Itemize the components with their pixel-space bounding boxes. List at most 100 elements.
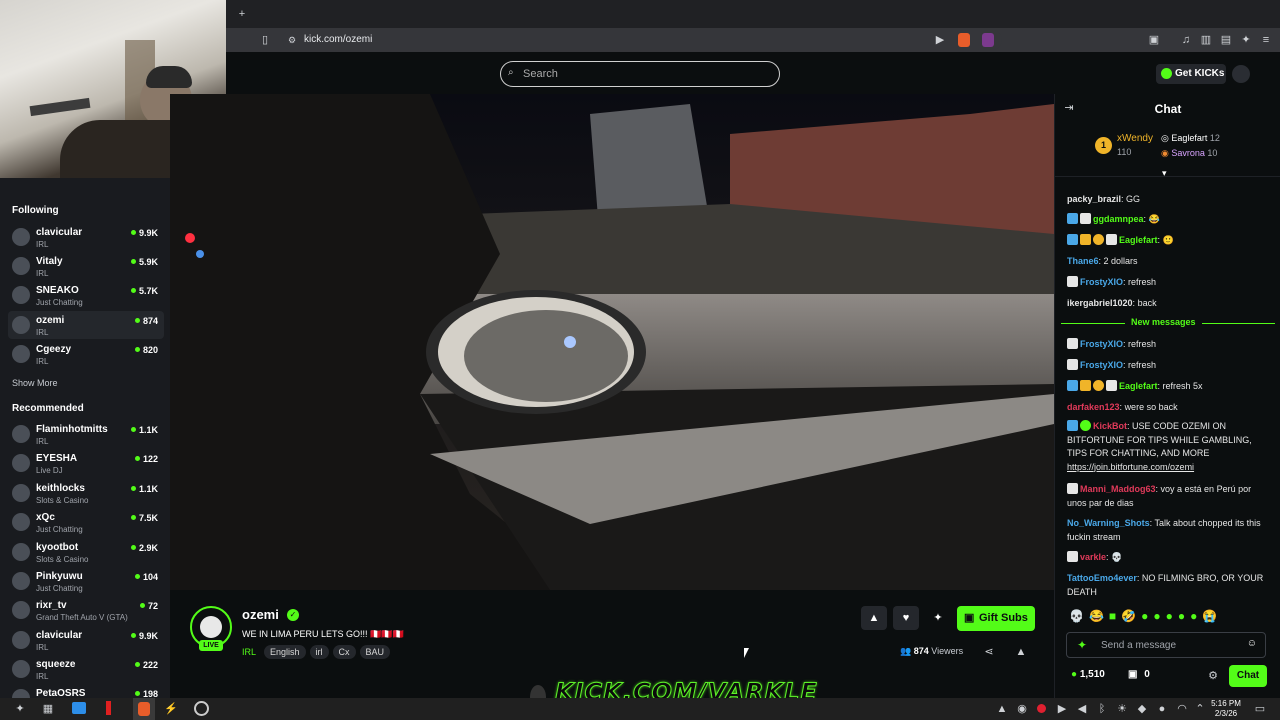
second-gifter[interactable]: ◎ Eaglefart 12 (1161, 133, 1220, 144)
app-icon[interactable] (106, 701, 111, 715)
tag[interactable]: irl (309, 645, 329, 659)
sidebar-channel[interactable]: keithlocks Slots & Casino 1.1K (8, 479, 164, 507)
tray-icon[interactable]: ▲ (994, 701, 1010, 717)
play-icon[interactable]: ▶ (1054, 701, 1070, 717)
brave-shield-icon[interactable] (958, 33, 970, 47)
emote-icon[interactable]: 😭 (1202, 609, 1222, 623)
sidebar-channel[interactable]: rixr_tv Grand Theft Auto V (GTA) 72 (8, 596, 164, 624)
music-icon[interactable]: ♫ (1178, 32, 1194, 48)
top-gifter-name[interactable]: xWendy (1117, 133, 1153, 144)
sidebar-channel[interactable]: Vitaly IRL 5.9K (8, 252, 164, 280)
wallet-icon[interactable]: ▤ (1218, 32, 1234, 48)
chat-username[interactable]: KickBot (1093, 421, 1127, 431)
tag[interactable]: Cx (332, 645, 356, 659)
chat-username[interactable]: Eaglefart (1119, 381, 1158, 391)
emote-icon[interactable]: ● (1190, 609, 1202, 623)
chat-username[interactable]: FrostyXIO (1080, 360, 1123, 370)
chat-input[interactable]: ✦ Send a message ☺ (1066, 632, 1266, 658)
bookmark-icon[interactable]: ▯ (257, 32, 273, 48)
emote-icon[interactable]: 💀 (1069, 609, 1089, 623)
send-icon[interactable]: ▶ (932, 32, 948, 48)
chat-username[interactable]: varkle (1080, 552, 1106, 562)
clock[interactable]: 5:16 PM 2/3/26 (1206, 699, 1246, 719)
start-icon[interactable]: ✦ (12, 701, 28, 717)
address-bar[interactable]: ⚙ kick.com/ozemi (282, 30, 1002, 50)
shield-icon[interactable]: ◆ (1134, 701, 1150, 717)
sidebar-channel[interactable]: EYESHA Live DJ 122 (8, 449, 164, 477)
get-kicks-button[interactable]: Get KICKs (1156, 64, 1226, 84)
chat-username[interactable]: No_Warning_Shots (1067, 518, 1150, 528)
chat-username[interactable]: packy_brazil (1067, 194, 1121, 204)
rewards-icon[interactable] (982, 33, 994, 47)
sidebar-channel[interactable]: SNEAKO Just Chatting 5.7K (8, 281, 164, 309)
sidebar-channel-active[interactable]: ozemi IRL 874 (8, 311, 164, 339)
tag[interactable]: English (264, 645, 306, 659)
mic-icon[interactable]: ● (1154, 701, 1170, 717)
emote-icon[interactable]: ■ (1109, 609, 1121, 623)
chat-username[interactable]: ikergabriel1020 (1067, 298, 1133, 308)
chat-username[interactable]: ggdamnpea (1093, 214, 1144, 224)
gift-subs-button[interactable]: ▣ Gift Subs (957, 606, 1035, 631)
chat-username[interactable]: FrostyXIO (1080, 277, 1123, 287)
tag[interactable]: BAU (359, 645, 391, 659)
chat-username[interactable]: darfaken123 (1067, 402, 1120, 412)
task-view-icon[interactable]: ▦ (40, 701, 56, 717)
emote-icon[interactable]: ● (1178, 609, 1190, 623)
tray-icon[interactable]: ◉ (1014, 701, 1030, 717)
chat-settings-icon[interactable]: ⚙ (1205, 668, 1221, 684)
emote-icon[interactable]: ● (1153, 609, 1165, 623)
follow-button[interactable]: ♥ (893, 606, 919, 630)
notification-icon[interactable]: ▭ (1252, 701, 1268, 717)
file-explorer-icon[interactable] (72, 702, 86, 714)
record-icon[interactable] (1037, 704, 1046, 713)
volume-icon[interactable]: ◀ (1074, 701, 1090, 717)
channel-name[interactable]: ozemi (242, 607, 279, 622)
sidebar-channel[interactable]: Flaminhotmitts IRL 1.1K (8, 420, 164, 448)
bolt-icon[interactable]: ⚡ (163, 701, 179, 717)
emote-bar[interactable]: 💀😂■🤣●●●●●😭 (1069, 609, 1222, 623)
obs-icon[interactable] (194, 701, 209, 716)
chat-username[interactable]: TattooEmo4ever (1067, 573, 1137, 583)
category-link[interactable]: IRL (242, 647, 256, 657)
sidebar-channel[interactable]: clavicular IRL 9.9K (8, 223, 164, 251)
sidebar-channel[interactable]: clavicular IRL 9.9K (8, 626, 164, 654)
brightness-icon[interactable]: ☀ (1114, 701, 1130, 717)
chat-username[interactable]: Eaglefart (1119, 235, 1158, 245)
sidebar-channel[interactable]: Cgeezy IRL 820 (8, 340, 164, 368)
sidebar-channel[interactable]: kyootbot Slots & Casino 2.9K (8, 538, 164, 566)
sub-count[interactable]: ▣ 0 (1128, 669, 1150, 680)
split-view-icon[interactable]: ▥ (1198, 32, 1214, 48)
video-player[interactable] (170, 94, 1054, 590)
search-input[interactable]: ⌕ Search (500, 61, 780, 87)
bluetooth-icon[interactable]: ᛒ (1094, 701, 1110, 717)
user-avatar[interactable] (1232, 65, 1250, 83)
expand-gifters-icon[interactable]: ▾ (1162, 168, 1167, 179)
chat-link[interactable]: https://join.bitfortune.com/ozemi (1067, 462, 1194, 472)
sidebar-channel[interactable]: squeeze IRL 222 (8, 655, 164, 683)
sidebar-panel-icon[interactable]: ▣ (1146, 32, 1162, 48)
sidebar-channel[interactable]: xQc Just Chatting 7.5K (8, 508, 164, 536)
sidebar-channel[interactable]: Pinkyuwu Just Chatting 104 (8, 567, 164, 595)
site-info-icon[interactable]: ⚙ (284, 32, 300, 48)
report-icon[interactable]: ▲ (1013, 644, 1029, 660)
extensions-icon[interactable]: ✦ (1238, 32, 1254, 48)
share-icon[interactable]: ⋖ (981, 644, 997, 660)
menu-icon[interactable]: ≡ (1258, 32, 1274, 48)
emote-icon[interactable]: 🤣 (1121, 609, 1141, 623)
chat-username[interactable]: FrostyXIO (1080, 339, 1123, 349)
notification-bell-button[interactable]: ▲ (861, 606, 887, 630)
wifi-icon[interactable]: ◠ (1174, 701, 1190, 717)
sidebar-channel[interactable]: PetaOSRS 198 (8, 684, 164, 698)
emote-icon[interactable]: 😂 (1089, 609, 1109, 623)
emoji-picker-icon[interactable]: ☺ (1247, 638, 1257, 649)
brave-taskbar-button[interactable] (133, 698, 155, 720)
chat-username[interactable]: Manni_Maddog63 (1080, 484, 1156, 494)
chat-send-button[interactable]: Chat (1229, 665, 1267, 687)
emote-icon[interactable]: ● (1141, 609, 1153, 623)
third-gifter[interactable]: ◉ Savrona 10 (1161, 148, 1217, 159)
show-more-link[interactable]: Show More (12, 378, 58, 388)
kicks-balance[interactable]: ● 1,510 (1071, 669, 1105, 680)
chat-username[interactable]: Thane6 (1067, 256, 1099, 266)
clip-button[interactable]: ✦ (925, 606, 951, 630)
new-tab-button[interactable]: + (234, 6, 250, 22)
